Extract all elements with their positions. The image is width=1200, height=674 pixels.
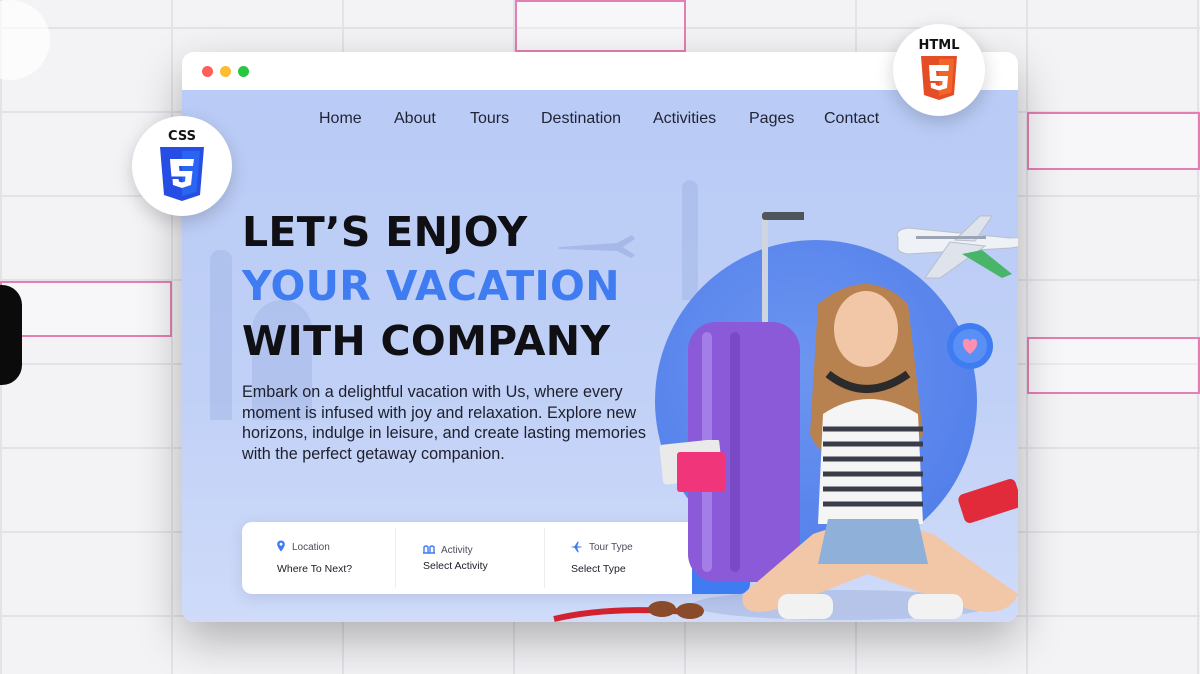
main-nav: Home About Tours Destination Activities … [182, 110, 1018, 136]
nav-tours[interactable]: Tours [470, 110, 509, 128]
hero-section: Home About Tours Destination Activities … [182, 90, 1018, 622]
sunglasses-image [553, 601, 704, 622]
nav-destination[interactable]: Destination [541, 110, 621, 128]
plane-silhouette-icon [559, 235, 635, 258]
html5-logo-icon [921, 56, 957, 100]
tour-type-value: Select Type [571, 563, 626, 575]
background-panel [1027, 112, 1200, 170]
location-field[interactable]: Location Where To Next? [242, 522, 395, 594]
hero-description: Embark on a delightful vacation with Us,… [242, 383, 646, 463]
window-minimize-button[interactable] [220, 65, 231, 77]
browser-window: Home About Tours Destination Activities … [182, 52, 1018, 622]
location-pin-icon [277, 540, 285, 552]
passport-tickets-image [659, 440, 725, 492]
nav-activities[interactable]: Activities [653, 110, 716, 128]
activity-label: Activity [441, 545, 473, 556]
location-value: Where To Next? [277, 563, 353, 575]
nav-contact[interactable]: Contact [824, 110, 879, 128]
activity-field[interactable]: Activity Select Activity [396, 522, 544, 594]
css-badge-label: CSS [168, 129, 196, 144]
nav-pages[interactable]: Pages [749, 110, 794, 128]
hero-headline-line3: WITH COMPANY [242, 317, 611, 365]
window-maximize-button[interactable] [238, 65, 249, 77]
html-badge-label: HTML [918, 38, 960, 53]
activity-icon [423, 545, 435, 554]
traveler-girl-image [742, 284, 1018, 619]
plane-icon [570, 541, 582, 553]
window-close-button[interactable] [202, 65, 213, 77]
activity-value: Select Activity [423, 560, 488, 572]
location-label: Location [292, 542, 330, 553]
phone-image [958, 479, 1018, 523]
css3-logo-icon [160, 147, 204, 201]
background-panel [515, 0, 686, 52]
background-panel [1027, 337, 1200, 394]
landmark-silhouette [210, 250, 232, 420]
css-badge: CSS [132, 116, 232, 216]
nav-about[interactable]: About [394, 110, 436, 128]
tour-type-field[interactable]: Tour Type Select Type [545, 522, 692, 594]
nav-home[interactable]: Home [319, 110, 362, 128]
html-badge: HTML [893, 24, 985, 116]
search-bar: Location Where To Next? Activity Select … [242, 522, 750, 594]
hero-headline-line1: LET’S ENJOY [242, 208, 528, 256]
tour-type-label: Tour Type [589, 542, 633, 553]
background-panel [0, 281, 172, 337]
background-shape [0, 285, 22, 385]
hero-headline-line2: YOUR VACATION [242, 262, 620, 310]
